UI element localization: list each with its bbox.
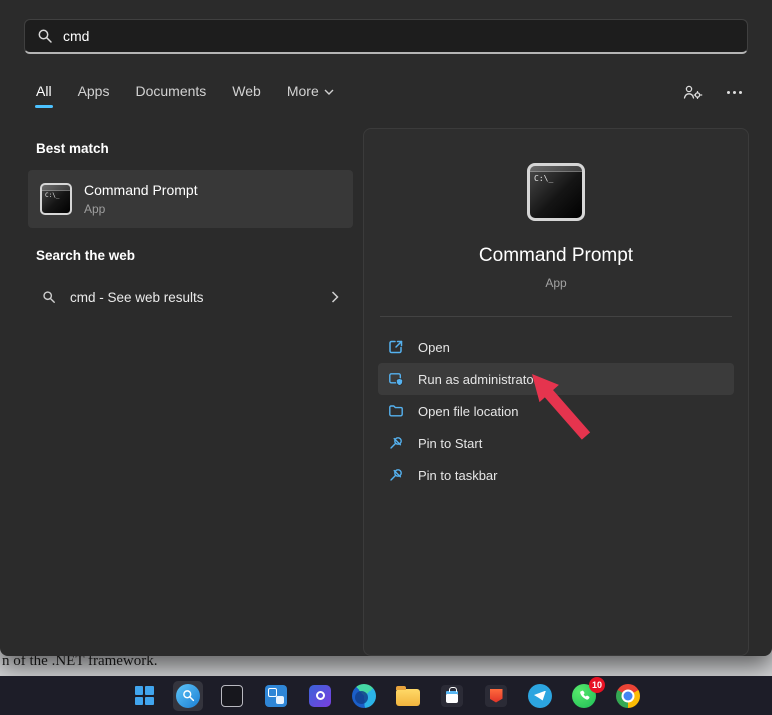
chevron-down-icon — [324, 89, 334, 96]
search-icon — [42, 290, 56, 304]
tab-apps[interactable]: Apps — [78, 83, 110, 108]
notification-badge: 10 — [589, 677, 605, 693]
tab-all[interactable]: All — [36, 83, 52, 108]
screen-app-icon[interactable] — [217, 681, 247, 711]
search-icon — [37, 28, 53, 44]
action-open[interactable]: Open — [378, 331, 734, 363]
pin-icon — [388, 467, 404, 483]
best-match-result[interactable]: Command Prompt App — [28, 170, 353, 228]
search-flyout: All Apps Documents Web More Best match C… — [0, 0, 772, 656]
search-web-heading: Search the web — [36, 248, 135, 263]
chrome-icon[interactable] — [613, 681, 643, 711]
preview-title: Command Prompt — [479, 245, 633, 267]
whatsapp-icon[interactable]: 10 — [569, 681, 599, 711]
preview-subtitle: App — [545, 276, 566, 290]
open-icon — [388, 339, 404, 355]
web-search-result[interactable]: cmd - See web results — [28, 277, 353, 317]
taskbar: 10 — [0, 676, 772, 715]
task-view-icon[interactable] — [261, 681, 291, 711]
edge-icon[interactable] — [349, 681, 379, 711]
preview-panel: Command Prompt App Open Run as administr… — [363, 128, 749, 656]
tab-web[interactable]: Web — [232, 83, 261, 108]
search-box[interactable] — [24, 19, 748, 54]
file-explorer-icon[interactable] — [393, 681, 423, 711]
chevron-right-icon — [331, 291, 339, 303]
action-pin-to-taskbar[interactable]: Pin to taskbar — [378, 459, 734, 491]
search-header-icons — [682, 84, 742, 101]
red-app-icon[interactable] — [481, 681, 511, 711]
start-icon[interactable] — [129, 681, 159, 711]
best-match-heading: Best match — [36, 141, 109, 156]
best-match-title: Command Prompt — [84, 182, 198, 198]
more-options-icon[interactable] — [727, 85, 742, 101]
web-result-text: cmd - See web results — [70, 290, 204, 305]
action-pin-to-start[interactable]: Pin to Start — [378, 427, 734, 459]
taskbar-search-icon[interactable] — [173, 681, 203, 711]
action-list: Open Run as administrator Open file loca… — [364, 331, 748, 491]
run-as-admin-icon — [388, 371, 404, 387]
blue-app-icon[interactable] — [305, 681, 335, 711]
action-run-as-administrator[interactable]: Run as administrator — [378, 363, 734, 395]
store-icon[interactable] — [437, 681, 467, 711]
tab-more[interactable]: More — [287, 83, 334, 108]
account-settings-icon[interactable] — [682, 84, 703, 101]
best-match-subtitle: App — [84, 202, 198, 216]
tab-documents[interactable]: Documents — [135, 83, 206, 108]
telegram-icon[interactable] — [525, 681, 555, 711]
divider — [380, 316, 732, 317]
pin-icon — [388, 435, 404, 451]
command-prompt-icon — [527, 163, 585, 221]
search-filter-tabs: All Apps Documents Web More — [36, 83, 334, 108]
search-input[interactable] — [63, 28, 735, 44]
command-prompt-icon — [40, 183, 72, 215]
action-open-file-location[interactable]: Open file location — [378, 395, 734, 427]
open-file-location-icon — [388, 403, 404, 419]
